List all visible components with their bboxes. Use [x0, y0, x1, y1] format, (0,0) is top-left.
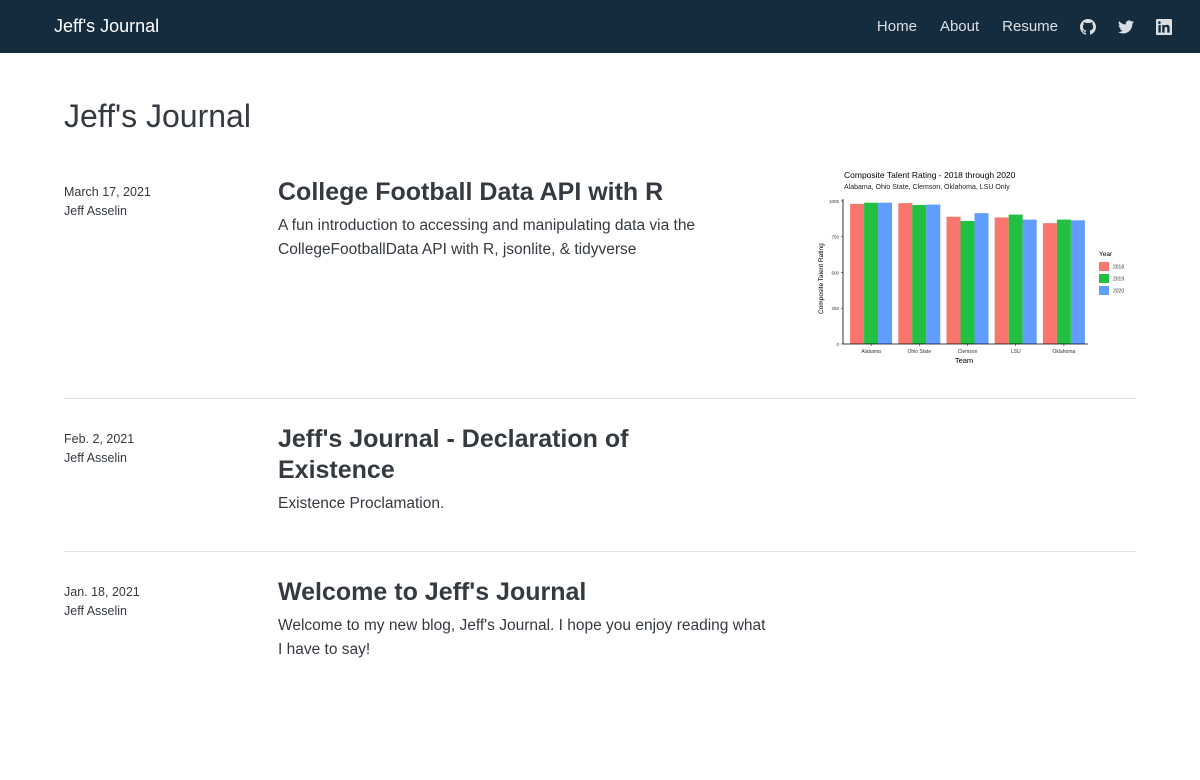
post-author: Jeff Asselin — [64, 204, 128, 218]
chart-bar — [878, 202, 893, 344]
post-meta: Jan. 18, 2021 Jeff Asselin — [64, 583, 264, 621]
brand-link[interactable]: Jeff's Journal — [54, 16, 159, 37]
chart-bar — [1070, 220, 1085, 344]
linkedin-icon[interactable] — [1156, 18, 1172, 35]
post-content: Welcome to Jeff's Journal Welcome to my … — [278, 577, 768, 662]
chart-bar — [1022, 219, 1037, 344]
chart-ytick-label: 1000 — [829, 199, 840, 204]
chart-ytick-label: 500 — [831, 270, 839, 275]
chart-legend-title: Year — [1099, 251, 1113, 258]
page-title: Jeff's Journal — [64, 98, 251, 134]
chart-bar — [912, 205, 927, 344]
chart-xtick-label: Alabama — [861, 349, 881, 355]
chart-bar — [1056, 219, 1071, 344]
chart-legend-swatch — [1099, 262, 1109, 271]
chart-xtick-label: Ohio State — [907, 349, 931, 355]
post-summary: Existence Proclamation. — [278, 495, 445, 512]
chart-bar — [850, 203, 865, 344]
chart-bar — [974, 213, 989, 344]
post-author: Jeff Asselin — [64, 604, 128, 618]
chart-xtick-label: Oklahoma — [1053, 349, 1076, 355]
chart-legend-label: 2020 — [1113, 289, 1124, 295]
chart-bar — [926, 204, 941, 344]
post-date: Jan. 18, 2021 — [64, 585, 140, 599]
post-divider — [64, 551, 1136, 552]
chart-xlabel: Team — [955, 356, 973, 365]
thumbnail-chart-svg: Composite Talent Rating - 2018 through 2… — [818, 170, 1124, 365]
post-summary: A fun introduction to accessing and mani… — [278, 217, 696, 258]
nav-home-link[interactable]: Home — [877, 18, 917, 35]
chart-xtick-label: Clemson — [958, 349, 978, 355]
post-divider — [64, 398, 1136, 399]
post-title-link[interactable]: Welcome to Jeff's Journal — [278, 577, 768, 608]
twitter-icon[interactable] — [1118, 19, 1134, 35]
github-icon[interactable] — [1080, 18, 1096, 35]
post-meta: Feb. 2, 2021 Jeff Asselin — [64, 430, 264, 468]
post-thumbnail-chart[interactable]: Composite Talent Rating - 2018 through 2… — [814, 169, 1136, 369]
post-author: Jeff Asselin — [64, 451, 128, 465]
post-meta: March 17, 2021 Jeff Asselin — [64, 183, 264, 221]
chart-bar — [864, 202, 879, 344]
chart-ylabel: Composite Talent Rating — [818, 243, 825, 314]
chart-subtitle: Alabama, Ohio State, Clemson, Oklahoma, … — [844, 184, 1010, 191]
post-title-link[interactable]: Jeff's Journal - Declaration of Existenc… — [278, 424, 698, 486]
chart-ytick-label: 750 — [831, 235, 839, 240]
chart-xtick-label: LSU — [1011, 349, 1021, 355]
nav-links: Home About Resume — [854, 0, 1172, 53]
chart-ytick-label: 250 — [831, 306, 839, 311]
chart-bar — [898, 203, 913, 344]
chart-bar — [994, 217, 1009, 344]
chart-bar — [946, 216, 961, 344]
post-content: College Football Data API with R A fun i… — [278, 177, 768, 262]
post-date: Feb. 2, 2021 — [64, 432, 135, 446]
chart-legend-swatch — [1099, 274, 1109, 283]
post-title-link[interactable]: College Football Data API with R — [278, 177, 768, 208]
nav-resume-link[interactable]: Resume — [1002, 18, 1058, 35]
chart-legend-label: 2018 — [1113, 265, 1124, 271]
post-summary: Welcome to my new blog, Jeff's Journal. … — [278, 617, 766, 658]
chart-title: Composite Talent Rating - 2018 through 2… — [844, 170, 1016, 180]
chart-bar — [1008, 214, 1023, 344]
chart-legend-label: 2019 — [1113, 277, 1124, 283]
navbar: Jeff's Journal Home About Resume — [0, 0, 1200, 53]
nav-about-link[interactable]: About — [940, 18, 979, 35]
post-date: March 17, 2021 — [64, 185, 151, 199]
chart-bar — [960, 221, 975, 344]
chart-bar — [1042, 223, 1057, 344]
post-content: Jeff's Journal - Declaration of Existenc… — [278, 424, 698, 516]
chart-legend-swatch — [1099, 286, 1109, 295]
chart-ytick-label: 0 — [836, 342, 839, 347]
